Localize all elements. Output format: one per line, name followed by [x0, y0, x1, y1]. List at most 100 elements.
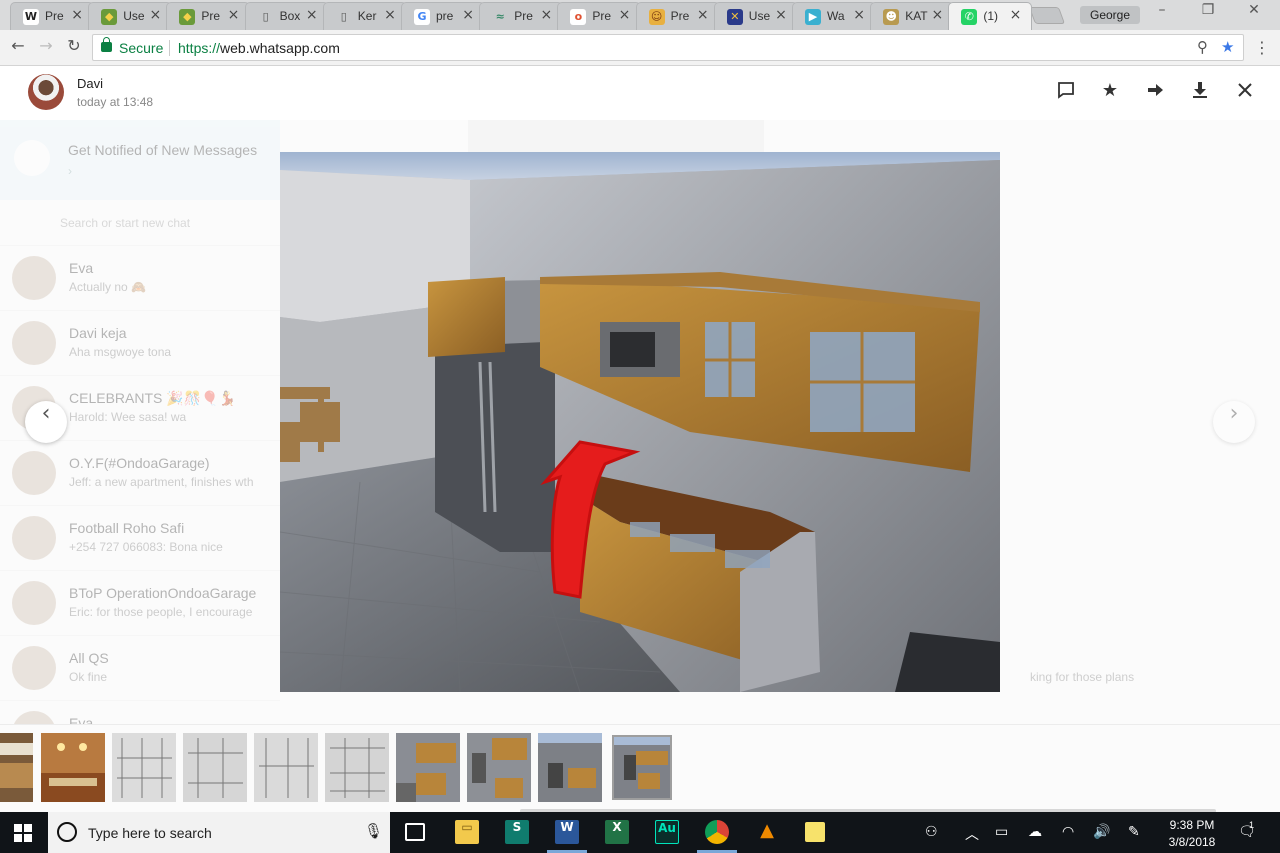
sticky-notes-icon[interactable] [805, 822, 825, 842]
tab-close-icon[interactable]: × [540, 7, 552, 23]
bookmark-star-icon[interactable]: ★ [1221, 38, 1234, 56]
tab-close-icon[interactable]: × [306, 7, 318, 23]
restore-window-icon[interactable]: ❐ [1188, 2, 1228, 26]
thumbnail[interactable] [254, 733, 318, 802]
task-view-icon[interactable] [405, 823, 425, 841]
tab-close-icon[interactable]: × [931, 7, 943, 23]
onedrive-icon[interactable]: ☁ [1028, 824, 1042, 840]
browser-tab[interactable]: ≈ Pre × [479, 2, 564, 30]
media-image [280, 152, 1000, 692]
browser-tab[interactable]: W Pre × [10, 2, 94, 30]
thumbnail[interactable] [112, 733, 176, 802]
previous-media-button[interactable]: ‹ [25, 401, 67, 443]
browser-tab[interactable]: ▶ Wa × [792, 2, 876, 30]
tab-title: Pre [592, 9, 612, 23]
back-icon[interactable]: ← [7, 36, 29, 58]
close-icon[interactable] [1233, 80, 1257, 104]
bell-icon [14, 140, 50, 176]
volume-icon[interactable]: 🔊 [1093, 824, 1110, 840]
thumbnail[interactable] [538, 733, 602, 802]
list-item[interactable]: All QS Ok fine [0, 636, 280, 701]
chat-name: BToP OperationOndoaGarage [69, 585, 257, 601]
thumbnail[interactable] [183, 733, 247, 802]
tab-close-icon[interactable]: × [149, 7, 161, 23]
browser-menu-icon[interactable]: ⋮ [1254, 38, 1270, 57]
tab-close-icon[interactable]: × [853, 7, 865, 23]
taskbar-search[interactable]: Type here to search 🎙 [48, 812, 390, 853]
avatar[interactable] [28, 74, 64, 110]
taskbar-search-placeholder: Type here to search [88, 825, 212, 841]
file-explorer-icon[interactable]: ▭ [455, 820, 479, 844]
list-item[interactable]: Football Roho Safi +254 727 066083: Bona … [0, 506, 280, 571]
browser-tab[interactable]: ▯ Box × [244, 2, 329, 30]
forward-nav-icon[interactable]: → [35, 36, 57, 58]
sway-icon[interactable]: S [505, 820, 529, 844]
tab-close-icon[interactable]: × [71, 7, 83, 23]
list-item[interactable]: Davi keja Aha msgwoye tona [0, 311, 280, 376]
profile-button[interactable]: George [1080, 6, 1140, 24]
browser-tab[interactable]: ✕ Use × [713, 2, 798, 30]
new-tab-button[interactable] [1028, 7, 1066, 24]
thumbnail[interactable] [41, 733, 105, 802]
thumbnail[interactable] [467, 733, 531, 802]
browser-tab[interactable]: ☺ Pre × [635, 2, 720, 30]
reload-icon[interactable]: ↻ [63, 36, 85, 58]
chrome-icon[interactable] [705, 820, 729, 844]
tab-close-icon[interactable]: × [228, 7, 240, 23]
thumbnail[interactable] [0, 733, 33, 802]
avatar [12, 256, 56, 300]
vlc-icon[interactable]: ▲ [755, 820, 779, 844]
next-media-button[interactable]: › [1213, 401, 1255, 443]
tab-close-icon[interactable]: × [384, 7, 396, 23]
taskbar-clock[interactable]: 9:38 PM 3/8/2018 [1160, 817, 1224, 851]
tab-close-icon[interactable]: × [775, 7, 787, 23]
battery-icon[interactable]: ▭ [995, 824, 1008, 840]
chat-search[interactable]: Search or start new chat [0, 200, 280, 246]
minimize-window-icon[interactable]: – [1142, 2, 1182, 26]
download-icon[interactable] [1188, 80, 1212, 104]
tab-close-icon[interactable]: × [1010, 7, 1022, 23]
microphone-icon[interactable]: 🎙 [364, 822, 383, 840]
forward-icon[interactable] [1143, 80, 1167, 104]
browser-tab[interactable]: o Pre × [557, 2, 642, 30]
windows-taskbar: Type here to search 🎙 ▭ S W X Au ▲ ⚇ ︿ ▭… [0, 812, 1280, 853]
browser-tab[interactable]: ☻ KAT × [870, 2, 955, 30]
close-window-icon[interactable]: ✕ [1234, 2, 1274, 26]
thumbnail[interactable] [325, 733, 389, 802]
tab-close-icon[interactable]: × [697, 7, 709, 23]
address-separator [169, 40, 170, 56]
reply-icon[interactable] [1054, 80, 1078, 104]
tab-favicon-icon: ◆ [179, 9, 196, 25]
tab-close-icon[interactable]: × [619, 7, 631, 23]
people-icon[interactable]: ⚇ [925, 824, 938, 840]
action-center-icon[interactable]: 🗨 1 [1238, 820, 1256, 840]
audition-icon[interactable]: Au [655, 820, 679, 844]
star-icon[interactable]: ★ [1098, 80, 1122, 104]
show-hidden-icons-icon[interactable]: ︿ [965, 824, 979, 844]
wifi-icon[interactable]: ◠ [1062, 824, 1074, 840]
browser-tab[interactable]: Gpre × [401, 2, 485, 30]
list-item[interactable]: O.Y.F(#OndoaGarage) Jeff: a new apartment… [0, 441, 280, 506]
url-text[interactable]: https://web.whatsapp.com [178, 40, 340, 56]
list-item[interactable]: Eva Actually no 🙈 [0, 246, 280, 311]
kitchen-render-image [280, 152, 1000, 692]
tab-close-icon[interactable]: × [462, 7, 474, 23]
pen-icon[interactable]: ✎ [1128, 824, 1140, 840]
zoom-icon[interactable]: ⚲ [1197, 38, 1208, 56]
address-bar[interactable]: Secure https://web.whatsapp.com ⚲ ★ [92, 34, 1244, 61]
excel-icon[interactable]: X [605, 820, 629, 844]
tab-title: Use [123, 9, 145, 23]
sender-time: today at 13:48 [77, 95, 154, 109]
word-icon[interactable]: W [555, 820, 579, 844]
browser-tab[interactable]: ◆ Use × [88, 2, 173, 30]
browser-tab-strip: W Pre × ◆ Use × ◆ Pre × ▯ Box × ▯ Ker × Gpre × ≈ Pre × o Pre ×… [0, 0, 1280, 30]
chat-name: O.Y.F(#OndoaGarage) [69, 455, 210, 471]
browser-tab[interactable]: ◆ Pre × [166, 2, 251, 30]
thumbnail-selected[interactable] [612, 735, 672, 800]
thumbnail[interactable] [396, 733, 460, 802]
browser-tab[interactable]: ▯ Ker × [322, 2, 407, 30]
browser-tab[interactable]: ✆ (1) × [948, 2, 1033, 30]
notification-banner[interactable]: Get Notified of New Messages › [0, 120, 280, 200]
list-item[interactable]: BToP OperationOndoaGarage Eric: for those… [0, 571, 280, 636]
windows-start-icon[interactable] [14, 824, 32, 842]
